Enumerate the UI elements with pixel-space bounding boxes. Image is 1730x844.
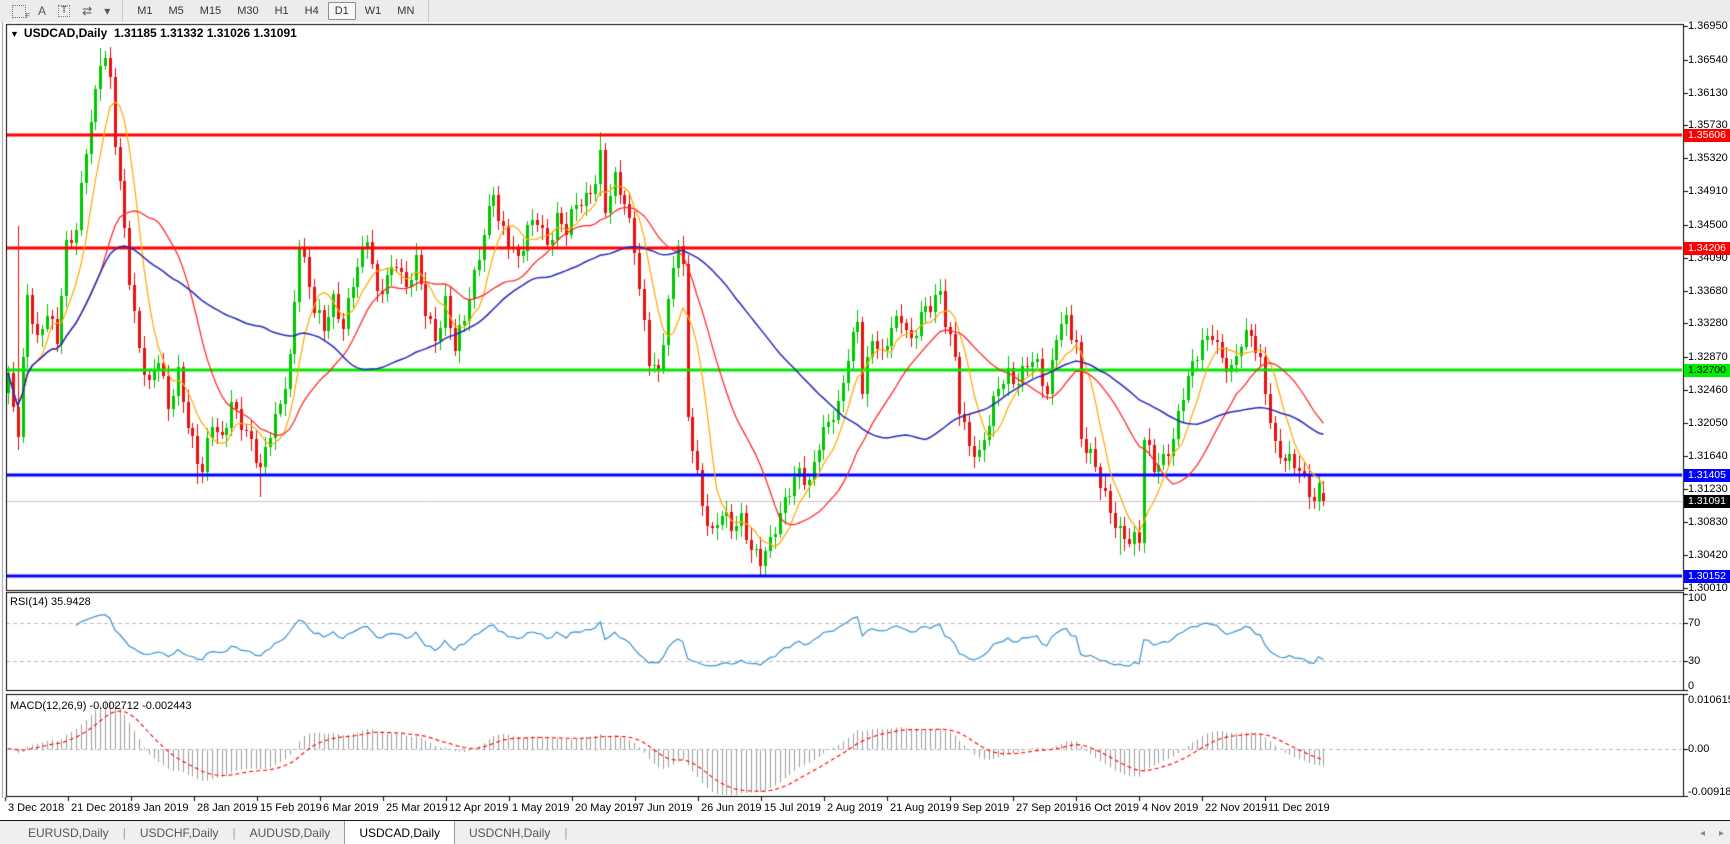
price-chart-canvas[interactable]: [0, 22, 1730, 820]
date-axis-label: 6 Mar 2019: [323, 802, 379, 814]
timeframe-button-mn[interactable]: MN: [390, 2, 421, 20]
date-axis-label: 25 Mar 2019: [386, 802, 448, 814]
timeframe-button-h4[interactable]: H4: [298, 2, 326, 20]
rsi-axis-tick: 70: [1688, 617, 1730, 629]
price-axis-tick: 1.30830: [1688, 516, 1730, 528]
price-axis-tick: 1.32050: [1688, 417, 1730, 429]
date-axis-label: 16 Oct 2019: [1079, 802, 1139, 814]
date-axis-label: 21 Dec 2018: [71, 802, 133, 814]
date-axis-label: 3 Dec 2018: [8, 802, 64, 814]
price-axis-tick: 1.30420: [1688, 549, 1730, 561]
date-axis-label: 2 Aug 2019: [827, 802, 883, 814]
price-axis-tick: 1.35320: [1688, 152, 1730, 164]
price-axis-tick: 1.33280: [1688, 317, 1730, 329]
chart-tab-audusd[interactable]: AUDUSD,Daily: [236, 821, 345, 844]
timeframe-button-w1[interactable]: W1: [358, 2, 389, 20]
macd-axis-tick: 0.00: [1688, 743, 1730, 755]
text-annotation-icon[interactable]: A: [38, 5, 46, 17]
price-axis-tick: 1.36540: [1688, 54, 1730, 66]
chart-shift-grid-icon[interactable]: F: [12, 5, 26, 18]
drawing-tools-dropdown-icon[interactable]: ▾: [104, 5, 110, 17]
date-axis-label: 27 Sep 2019: [1016, 802, 1078, 814]
rsi-axis-tick: 100: [1688, 592, 1730, 604]
rsi-axis-tick: 0: [1688, 680, 1730, 692]
timeframe-button-m15[interactable]: M15: [193, 2, 228, 20]
price-axis-tick: 1.36130: [1688, 87, 1730, 99]
price-axis-tick: 1.34910: [1688, 185, 1730, 197]
tab-scroll-left-icon[interactable]: ◂: [1700, 828, 1705, 839]
chart-tabs: EURUSD,Daily|USDCHF,Daily|AUDUSD,DailyUS…: [14, 821, 567, 844]
date-axis-label: 21 Aug 2019: [890, 802, 952, 814]
timeframe-button-h1[interactable]: H1: [268, 2, 296, 20]
macd-axis-tick: 0.010615: [1688, 694, 1730, 706]
current-price-badge: 1.31091: [1684, 495, 1730, 508]
date-axis-label: 15 Feb 2019: [260, 802, 322, 814]
date-axis-label: 15 Jul 2019: [764, 802, 821, 814]
level-price-badge: 1.30152: [1684, 570, 1730, 583]
mt4-application: F A T ⇄ ▾ M1M5M15M30H1H4D1W1MN ▼ USDCAD,D…: [0, 0, 1730, 844]
date-axis-label: 12 Apr 2019: [449, 802, 508, 814]
timeframe-button-m30[interactable]: M30: [230, 2, 265, 20]
date-axis-label: 9 Jan 2019: [134, 802, 188, 814]
date-axis-label: 1 May 2019: [512, 802, 569, 814]
level-price-badge: 1.34206: [1684, 242, 1730, 255]
date-axis-label: 9 Sep 2019: [953, 802, 1009, 814]
date-axis-label: 4 Nov 2019: [1142, 802, 1198, 814]
timeframe-buttons-group: M1M5M15M30H1H4D1W1MN: [123, 0, 429, 22]
tab-scroll-buttons: ◂ ▸: [1700, 821, 1724, 844]
date-axis-label: 20 May 2019: [575, 802, 639, 814]
level-price-badge: 1.32700: [1684, 364, 1730, 377]
macd-indicator-label: MACD(12,26,9) -0.002712 -0.002443: [10, 700, 192, 712]
drawing-tools-group: F A T ⇄ ▾: [0, 0, 123, 22]
price-axis-tick: 1.32460: [1688, 384, 1730, 396]
date-axis-label: 28 Jan 2019: [197, 802, 258, 814]
rsi-axis-tick: 30: [1688, 655, 1730, 667]
date-axis-label: 11 Dec 2019: [1268, 802, 1330, 814]
text-box-icon[interactable]: T: [58, 5, 70, 17]
symbol-dropdown-icon[interactable]: ▼: [10, 29, 19, 39]
price-axis-tick: 1.31230: [1688, 483, 1730, 495]
chart-tab-bar: EURUSD,Daily|USDCHF,Daily|AUDUSD,DailyUS…: [0, 820, 1730, 844]
chart-window: ▼ USDCAD,Daily 1.31185 1.31332 1.31026 1.…: [0, 22, 1730, 820]
price-axis-tick: 1.33680: [1688, 285, 1730, 297]
date-axis-label: 26 Jun 2019: [701, 802, 762, 814]
timeframe-button-d1[interactable]: D1: [328, 2, 356, 20]
chart-title: ▼ USDCAD,Daily 1.31185 1.31332 1.31026 1.…: [10, 26, 297, 40]
chart-tab-usdcnh[interactable]: USDCNH,Daily: [455, 821, 564, 844]
timeframe-button-m1[interactable]: M1: [130, 2, 159, 20]
price-axis-tick: 1.32870: [1688, 351, 1730, 363]
level-price-badge: 1.31405: [1684, 469, 1730, 482]
ohlc-values: 1.31185 1.31332 1.31026 1.31091: [114, 26, 297, 40]
chart-tab-usdchf[interactable]: USDCHF,Daily: [126, 821, 233, 844]
price-axis-tick: 1.31640: [1688, 450, 1730, 462]
tab-separator: |: [564, 821, 567, 844]
tab-scroll-right-icon[interactable]: ▸: [1719, 828, 1724, 839]
drawing-tools-icon[interactable]: ⇄: [82, 5, 92, 17]
symbol-period-label: USDCAD,Daily: [24, 26, 107, 40]
top-toolbar: F A T ⇄ ▾ M1M5M15M30H1H4D1W1MN: [0, 0, 1730, 23]
price-axis-tick: 1.34500: [1688, 219, 1730, 231]
price-axis-tick: 1.36950: [1688, 20, 1730, 32]
chart-tab-eurusd[interactable]: EURUSD,Daily: [14, 821, 123, 844]
rsi-indicator-label: RSI(14) 35.9428: [10, 596, 91, 608]
level-price-badge: 1.35606: [1684, 129, 1730, 142]
date-axis-label: 22 Nov 2019: [1205, 802, 1267, 814]
date-axis-label: 7 Jun 2019: [638, 802, 692, 814]
chart-tab-usdcad[interactable]: USDCAD,Daily: [344, 821, 455, 844]
macd-axis-tick: -0.009181: [1688, 786, 1730, 798]
timeframe-button-m5[interactable]: M5: [162, 2, 191, 20]
